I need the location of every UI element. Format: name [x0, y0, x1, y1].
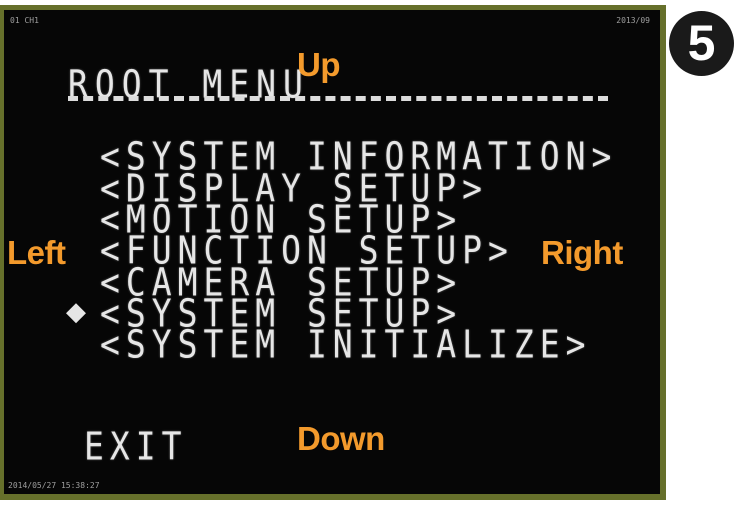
exit-menu-item[interactable]: EXIT: [84, 424, 187, 469]
timestamp: 2014/05/27 15:38:27: [8, 481, 100, 490]
selection-cursor-icon: ◆: [66, 297, 86, 327]
menu-item-system-initialize[interactable]: <SYSTEM INITIALIZE>: [100, 322, 592, 367]
hint-right-label: Right: [541, 234, 623, 271]
channel-indicator: 01 CH1: [10, 16, 39, 25]
title-divider: [68, 96, 608, 101]
instruction-figure: 01 CH1 2013/09 2014/05/27 15:38:27 ROOT …: [0, 0, 738, 506]
hint-left-label: Left: [7, 234, 66, 271]
step-number-badge: 5: [669, 11, 734, 76]
hint-down-label: Down: [297, 420, 385, 457]
hint-up-label: Up: [297, 46, 341, 83]
status-indicator: 2013/09: [616, 16, 650, 25]
